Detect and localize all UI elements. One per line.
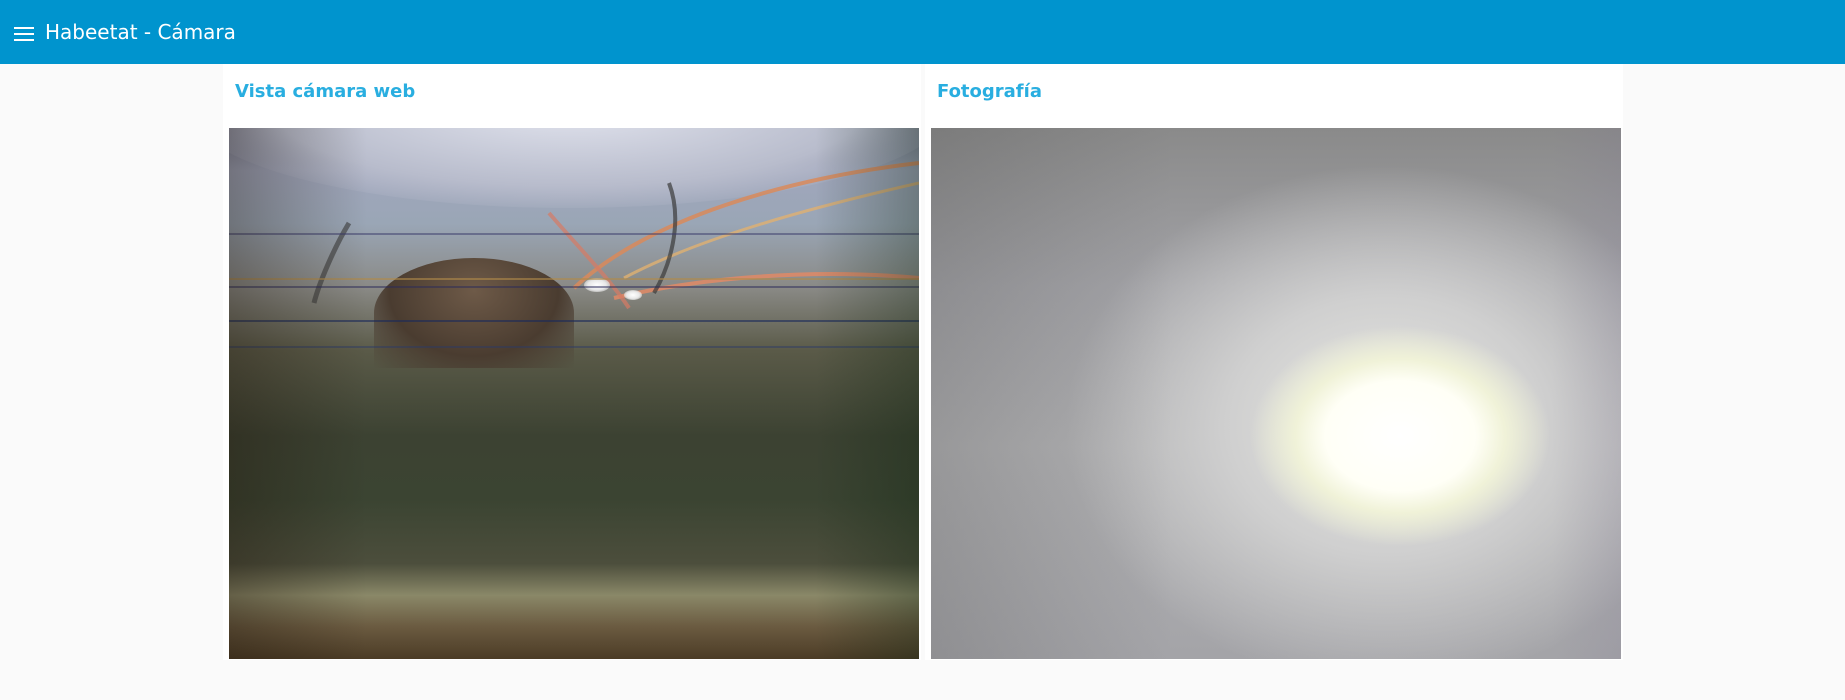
- photo-panel-title: Fotografía: [937, 81, 1042, 102]
- webcam-panel-header: Vista cámara web: [223, 64, 921, 128]
- webcam-scanline: [229, 320, 919, 322]
- webcam-image-wires: [311, 161, 919, 310]
- webcam-live-view: [229, 128, 919, 659]
- webcam-scanline: [229, 233, 919, 235]
- top-app-bar: Habeetat - Cámara: [0, 0, 1845, 64]
- webcam-scanline: [229, 278, 919, 280]
- webcam-scanline: [229, 346, 919, 348]
- menu-button[interactable]: [12, 22, 36, 46]
- webcam-image-object: [374, 258, 574, 368]
- photo-panel-header: Fotografía: [925, 64, 1623, 128]
- webcam-panel: Vista cámara web: [223, 64, 921, 660]
- hamburger-menu-icon: [14, 27, 34, 41]
- photo-panel: Fotografía: [925, 64, 1623, 660]
- photo-snapshot: [931, 128, 1621, 659]
- webcam-reflection: [624, 290, 642, 300]
- webcam-reflection: [584, 278, 610, 292]
- webcam-panel-title: Vista cámara web: [235, 81, 416, 102]
- webcam-scanline: [229, 286, 919, 288]
- app-title: Habeetat - Cámara: [45, 20, 236, 44]
